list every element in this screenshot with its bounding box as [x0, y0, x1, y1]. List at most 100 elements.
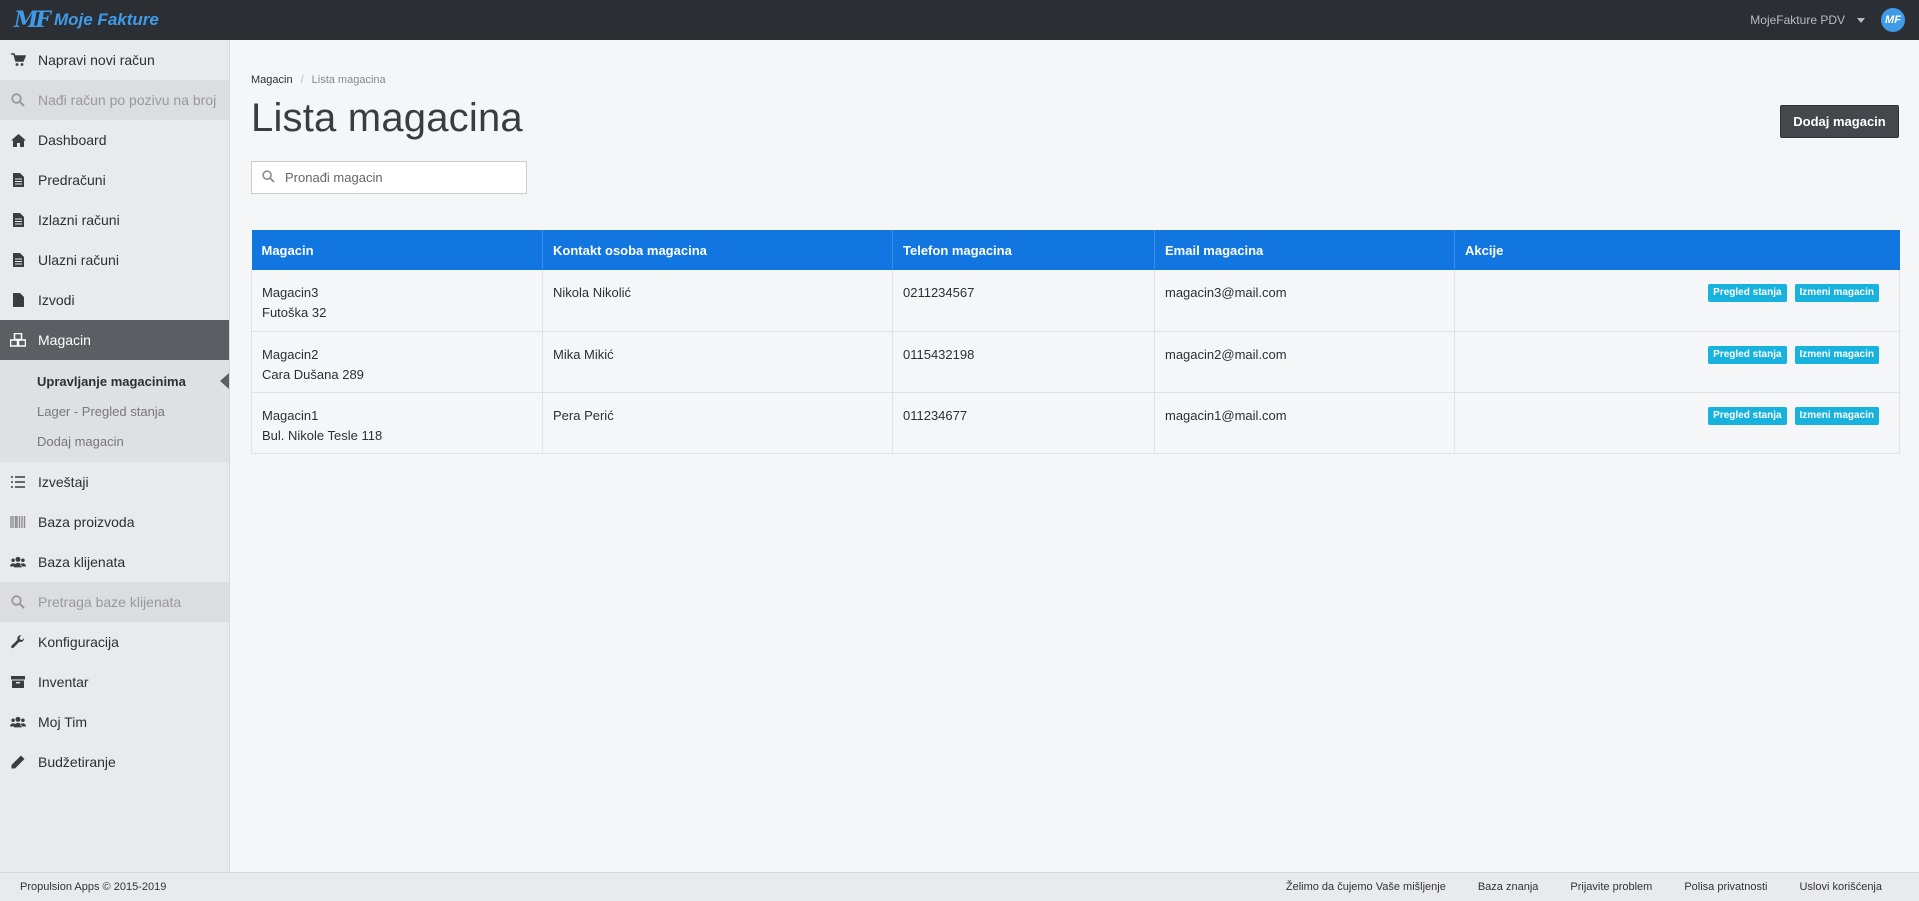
table-row: Magacin3 Futoška 32 Nikola Nikolić 02112…	[251, 270, 1900, 332]
document-icon	[10, 172, 26, 188]
sidebar-search-clients[interactable]: Pretraga baze klijenata	[0, 582, 229, 622]
main-content: Magacin / Lista magacina Lista magacina …	[251, 40, 1900, 454]
cell-contact: Pera Perić	[542, 392, 893, 454]
sidebar-subitem-upravljanje[interactable]: Upravljanje magacinima	[0, 366, 229, 396]
search-icon	[10, 594, 26, 610]
sidebar-item-baza-proizvoda[interactable]: Baza proizvoda	[0, 502, 229, 542]
edit-warehouse-button[interactable]: Izmeni magacin	[1794, 406, 1879, 425]
sidebar-item-label: Baza klijenata	[38, 554, 126, 570]
sidebar-item-label: Magacin	[38, 332, 91, 348]
cart-icon	[10, 52, 26, 68]
breadcrumb: Magacin / Lista magacina	[251, 74, 1899, 86]
footer-link-knowledge-base[interactable]: Baza znanja	[1478, 881, 1539, 893]
sidebar-item-label: Moj Tim	[38, 714, 87, 730]
footer: Propulsion Apps © 2015-2019 Želimo da ču…	[0, 872, 1919, 901]
warehouse-search[interactable]	[251, 161, 527, 194]
add-warehouse-button[interactable]: Dodaj magacin	[1780, 105, 1899, 138]
breadcrumb-parent[interactable]: Magacin	[251, 74, 293, 86]
breadcrumb-separator: /	[300, 74, 304, 86]
sidebar-item-inventar[interactable]: Inventar	[0, 662, 229, 702]
footer-links: Želimo da čujemo Vaše mišljenje Baza zna…	[1286, 881, 1899, 893]
home-icon	[10, 132, 26, 148]
document-icon	[10, 212, 26, 228]
sidebar-item-izvestaji[interactable]: Izveštaji	[0, 462, 229, 502]
sidebar-search-label: Pretraga baze klijenata	[38, 594, 182, 610]
search-icon	[10, 92, 26, 108]
users-icon	[10, 714, 26, 730]
sidebar-subnav-magacin: Upravljanje magacinima Lager - Pregled s…	[0, 360, 229, 462]
sidebar-item-ulazni-racuni[interactable]: Ulazni računi	[0, 240, 229, 280]
pencil-icon	[10, 754, 26, 770]
warehouse-name: Magacin1	[262, 407, 319, 423]
sidebar-item-label: Dashboard	[38, 132, 107, 148]
sidebar-item-izlazni-racuni[interactable]: Izlazni računi	[0, 200, 229, 240]
file-icon	[10, 292, 26, 308]
search-input[interactable]	[285, 170, 505, 185]
sidebar-item-new-invoice[interactable]: Napravi novi račun	[0, 40, 229, 80]
app-name: Moje Fakture	[53, 10, 159, 29]
sidebar-item-predracuni[interactable]: Predračuni	[0, 160, 229, 200]
sidebar-item-baza-klijenata[interactable]: Baza klijenata	[0, 542, 229, 582]
column-header-telefon: Telefon magacina	[892, 230, 1155, 270]
sidebar-item-label: Konfiguracija	[38, 634, 119, 650]
view-stock-button[interactable]: Pregled stanja	[1708, 284, 1787, 302]
breadcrumb-current: Lista magacina	[311, 74, 386, 86]
table-row: Magacin1 Bul. Nikole Tesle 118 Pera Peri…	[251, 392, 1900, 454]
logo-mark-icon: MF	[14, 7, 51, 33]
sidebar-item-label: Baza proizvoda	[38, 514, 135, 530]
cell-actions: Pregled stanja Izmeni magacin	[1454, 270, 1900, 332]
document-icon	[10, 252, 26, 268]
sidebar-subitem-dodaj-magacin[interactable]: Dodaj magacin	[0, 426, 229, 456]
footer-link-privacy[interactable]: Polisa privatnosti	[1684, 881, 1767, 893]
user-menu-label[interactable]: MojeFakture PDV	[1750, 13, 1845, 27]
archive-icon	[10, 674, 26, 690]
cell-contact: Nikola Nikolić	[542, 270, 893, 332]
cubes-icon	[10, 332, 26, 348]
cell-actions: Pregled stanja Izmeni magacin	[1454, 392, 1900, 454]
cell-phone: 0115432198	[892, 331, 1155, 393]
sidebar-item-dashboard[interactable]: Dashboard	[0, 120, 229, 160]
sidebar-item-label: Ulazni računi	[38, 252, 119, 268]
cell-email: magacin3@mail.com	[1154, 270, 1455, 332]
sidebar-item-label: Budžetiranje	[38, 754, 116, 770]
search-icon	[262, 169, 275, 186]
list-icon	[10, 474, 26, 490]
sidebar-item-label: Izveštaji	[38, 474, 89, 490]
sidebar-item-label: Inventar	[38, 674, 89, 690]
sidebar-item-label: Izvodi	[38, 292, 75, 308]
barcode-icon	[10, 514, 26, 530]
avatar[interactable]: MF	[1881, 8, 1905, 32]
table-row: Magacin2 Cara Dušana 289 Mika Mikić 0115…	[251, 331, 1900, 393]
sidebar-subitem-lager[interactable]: Lager - Pregled stanja	[0, 396, 229, 426]
cell-phone: 0211234567	[892, 270, 1155, 332]
warehouse-name: Magacin3	[262, 285, 319, 300]
sidebar-item-konfiguracija[interactable]: Konfiguracija	[0, 622, 229, 662]
wrench-icon	[10, 634, 26, 650]
sidebar-item-budzetiranje[interactable]: Budžetiranje	[0, 742, 229, 782]
sidebar-item-label: Predračuni	[38, 172, 106, 188]
sidebar-item-izvodi[interactable]: Izvodi	[0, 280, 229, 320]
sidebar-item-magacin[interactable]: Magacin	[0, 320, 229, 360]
footer-link-report-problem[interactable]: Prijavite problem	[1570, 881, 1652, 893]
warehouse-table: Magacin Kontakt osoba magacina Telefon m…	[251, 230, 1900, 454]
view-stock-button[interactable]: Pregled stanja	[1708, 406, 1787, 425]
sidebar: Napravi novi račun Nađi račun po pozivu …	[0, 40, 230, 872]
view-stock-button[interactable]: Pregled stanja	[1708, 345, 1787, 364]
cell-email: magacin2@mail.com	[1154, 331, 1455, 393]
cell-warehouse: Magacin3 Futoška 32	[251, 270, 543, 332]
column-header-email: Email magacina	[1154, 230, 1455, 270]
edit-warehouse-button[interactable]: Izmeni magacin	[1794, 345, 1879, 364]
footer-copyright: Propulsion Apps © 2015-2019	[20, 881, 167, 893]
column-header-kontakt: Kontakt osoba magacina	[542, 230, 893, 270]
page-title: Lista magacina	[251, 96, 523, 140]
cell-phone: 011234677	[892, 392, 1155, 454]
users-icon	[10, 554, 26, 570]
footer-link-feedback[interactable]: Želimo da čujemo Vaše mišljenje	[1286, 881, 1446, 893]
column-header-akcije: Akcije	[1454, 230, 1900, 270]
edit-warehouse-button[interactable]: Izmeni magacin	[1794, 284, 1879, 302]
app-logo[interactable]: MF Moje Fakture	[14, 7, 159, 33]
footer-link-terms[interactable]: Uslovi korišćenja	[1799, 881, 1882, 893]
chevron-down-icon[interactable]	[1857, 17, 1865, 23]
sidebar-item-moj-tim[interactable]: Moj Tim	[0, 702, 229, 742]
sidebar-search-invoice[interactable]: Nađi račun po pozivu na broj	[0, 80, 229, 120]
